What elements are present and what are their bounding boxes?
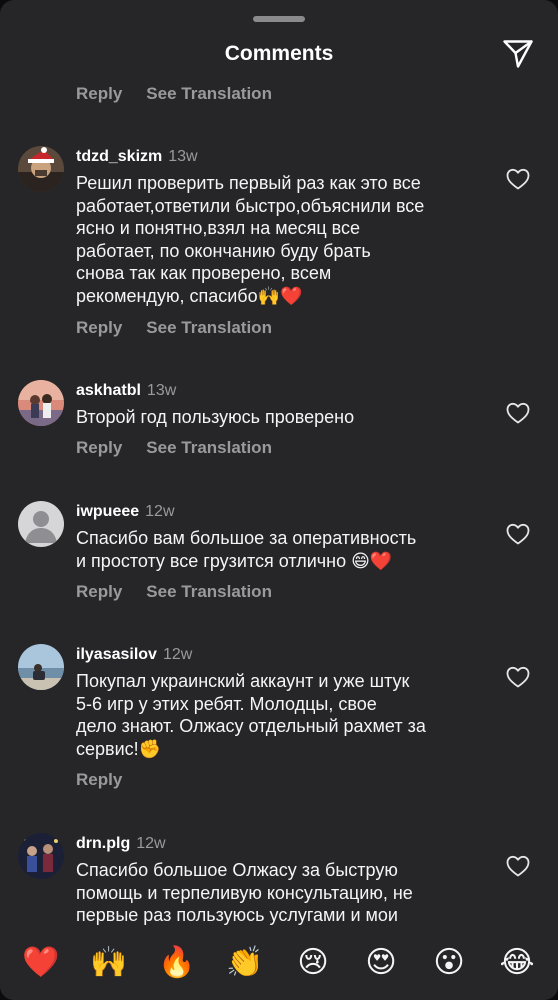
comment-emojis: 🙌❤️ <box>257 285 303 306</box>
reaction-emoji-heart[interactable]: ❤️ <box>21 943 61 983</box>
comment-line: Второй год пользуюсь проверено <box>76 407 355 427</box>
like-heart-icon[interactable] <box>506 523 530 545</box>
timestamp: 12w <box>162 646 193 663</box>
timestamp: 12w <box>145 503 175 520</box>
comment-line: помощь и терпеливую консультацию, не <box>76 882 413 903</box>
username[interactable]: iwpueee <box>76 503 139 520</box>
avatar[interactable] <box>18 380 64 426</box>
comment-header: ilyasasilov 12w <box>76 646 192 664</box>
see-translation-button[interactable]: See Translation <box>146 438 272 458</box>
reaction-emoji-laughing[interactable]: 😂 <box>497 943 537 983</box>
username[interactable]: ilyasasilov <box>76 646 157 663</box>
comment-actions: Reply <box>76 770 122 790</box>
page-title: Comments <box>224 42 334 65</box>
comment-line: Спасибо большое Олжасу за быструю <box>76 860 398 880</box>
reaction-emoji-fire[interactable]: 🔥 <box>157 943 197 983</box>
reply-button[interactable]: Reply <box>76 318 122 338</box>
drag-handle[interactable] <box>253 16 305 22</box>
comment-header: drn.plg 12w <box>76 835 166 853</box>
comment-line: и простоту все грузится отлично <box>76 550 352 571</box>
like-heart-icon[interactable] <box>506 402 530 424</box>
comment-emojis: ✊ <box>138 738 162 759</box>
username[interactable]: askhatbl <box>76 382 141 399</box>
comment-text: Спасибо вам большое за оперативность и п… <box>76 527 486 572</box>
reaction-emoji-crying[interactable]: 😢 <box>293 943 333 983</box>
see-translation-button[interactable]: See Translation <box>146 84 272 104</box>
comment-header: tdzd_skizm 13w <box>76 148 198 166</box>
reaction-emoji-heart-eyes[interactable]: 😍 <box>361 943 401 983</box>
timestamp: 13w <box>168 148 198 165</box>
like-heart-icon[interactable] <box>506 666 530 688</box>
comment-line: Покупал украинский аккаунт и уже штук <box>76 671 410 691</box>
reply-button[interactable]: Reply <box>76 438 122 458</box>
like-heart-icon[interactable] <box>506 855 530 877</box>
avatar[interactable] <box>18 644 64 690</box>
comment-text: Спасибо большое Олжасу за быструю помощь… <box>76 859 486 925</box>
comment-line: 5-6 игр у этих ребят. Молодцы, свое <box>76 693 377 714</box>
see-translation-button[interactable]: See Translation <box>146 582 272 602</box>
comment-line: работает, по окончанию буду брать <box>76 240 371 261</box>
comment-actions: Reply See Translation <box>76 84 272 104</box>
comment-line: дело знают. Олжасу отдельный рахмет за <box>76 716 426 736</box>
comments-list[interactable]: Reply See Translation tdzd_skizm 13w Реш… <box>0 0 558 925</box>
comment-line: первые раз пользуюсь услугами и мои <box>76 905 398 925</box>
comment-line: ясно и понятно,взял на месяц все <box>76 218 361 238</box>
comment-line: Решил проверить первый раз как это все <box>76 173 421 193</box>
reply-button[interactable]: Reply <box>76 84 122 104</box>
comment-actions: Reply See Translation <box>76 438 272 458</box>
avatar[interactable] <box>18 833 64 879</box>
avatar[interactable] <box>18 146 64 192</box>
reply-button[interactable]: Reply <box>76 770 122 790</box>
comment-header: iwpueee 12w <box>76 503 175 521</box>
like-heart-icon[interactable] <box>506 168 530 190</box>
reaction-emoji-raised-hands[interactable]: 🙌 <box>89 943 129 983</box>
timestamp: 12w <box>136 835 166 852</box>
comment-text: Второй год пользуюсь проверено <box>76 406 486 429</box>
send-icon[interactable] <box>502 38 534 70</box>
reply-button[interactable]: Reply <box>76 582 122 602</box>
comment-text: Решил проверить первый раз как это все р… <box>76 172 486 307</box>
comment-text: Покупал украинский аккаунт и уже штук 5-… <box>76 670 486 760</box>
avatar[interactable] <box>18 501 64 547</box>
reaction-emoji-clap[interactable]: 👏 <box>225 943 265 983</box>
comments-sheet: Reply See Translation tdzd_skizm 13w Реш… <box>0 0 558 1000</box>
comment-actions: Reply See Translation <box>76 318 272 338</box>
comment-line: Спасибо вам большое за оперативность <box>76 528 417 548</box>
comment-line: рекомендую, спасибо <box>76 285 258 306</box>
comment-emojis: 😄❤️ <box>351 550 393 571</box>
see-translation-button[interactable]: See Translation <box>146 318 272 338</box>
comment-line: сервис! <box>76 738 139 759</box>
comment-header: askhatbl 13w <box>76 382 176 400</box>
timestamp: 13w <box>146 382 177 399</box>
comment-actions: Reply See Translation <box>76 582 272 602</box>
comment-line: работает,ответили быстро,объяснили все <box>76 195 425 216</box>
comment-line: снова так как проверено, всем <box>76 263 332 283</box>
username[interactable]: drn.plg <box>76 835 130 852</box>
quick-reaction-bar: ❤️ 🙌 🔥 👏 😢 😍 😮 😂 <box>0 925 558 1000</box>
reaction-emoji-surprised[interactable]: 😮 <box>429 943 469 983</box>
username[interactable]: tdzd_skizm <box>76 148 162 165</box>
